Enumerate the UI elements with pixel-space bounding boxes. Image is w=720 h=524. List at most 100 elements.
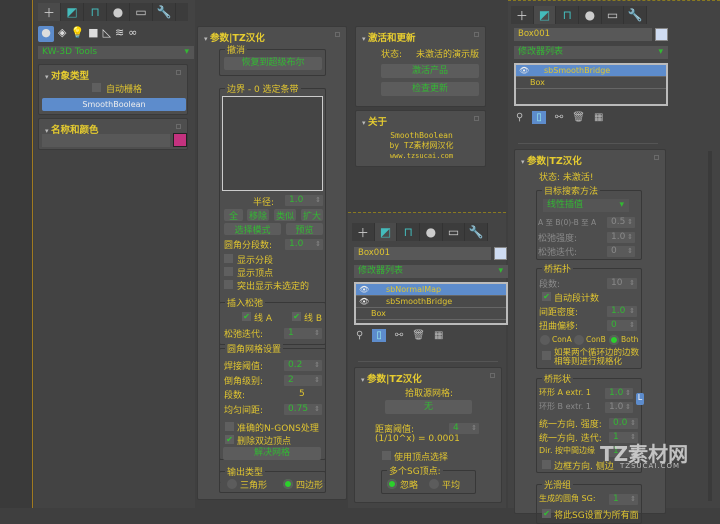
modify-tab-icon[interactable]: ◩: [533, 6, 557, 24]
show-verts-checkbox[interactable]: [224, 267, 233, 276]
use-vert-sel-checkbox[interactable]: [382, 451, 391, 460]
grow-button[interactable]: 扩大: [301, 209, 323, 222]
line-b-checkbox[interactable]: ✔: [292, 312, 301, 321]
search-method-dropdown[interactable]: 线性插值: [543, 199, 629, 212]
separator[interactable]: [358, 361, 498, 362]
average-radio[interactable]: [429, 479, 439, 489]
auto-segs-checkbox[interactable]: ✔: [542, 292, 551, 301]
rollout-title[interactable]: 参数|TZ汉化: [521, 153, 582, 167]
autogrid-checkbox[interactable]: [92, 83, 101, 92]
triangle-radio[interactable]: [227, 479, 237, 489]
border-dir-checkbox[interactable]: [542, 460, 551, 469]
pin-stack-icon[interactable]: ⚲: [356, 330, 363, 341]
bridge-segs-spinner[interactable]: 10: [607, 278, 637, 289]
rollout-title[interactable]: 对象类型: [45, 68, 89, 82]
make-unique-icon[interactable]: ⚯: [395, 330, 403, 341]
stack-item[interactable]: Box: [516, 77, 666, 89]
solve-mesh-button[interactable]: 解决网格: [223, 447, 321, 460]
pick-source-button[interactable]: 无: [385, 400, 472, 414]
ignore-radio[interactable]: [387, 479, 397, 489]
ab-spinner[interactable]: 0.5: [607, 217, 635, 228]
cameras-icon[interactable]: ■: [88, 26, 98, 42]
gen-sg-spinner[interactable]: 1: [609, 494, 638, 505]
set-sg-checkbox[interactable]: ✔: [542, 509, 551, 518]
modify-tab-icon[interactable]: ◩: [374, 223, 398, 241]
activate-button[interactable]: 激活产品: [381, 64, 479, 78]
show-end-result-icon[interactable]: ▯: [372, 329, 386, 342]
modifier-stack[interactable]: 👁 sbNormalMap 👁 sbSmoothBridge Box: [354, 282, 508, 325]
modifier-list-dropdown[interactable]: 修改器列表: [354, 265, 508, 278]
weld-spinner[interactable]: 0.2: [284, 360, 322, 371]
remove-modifier-icon[interactable]: 🗑: [412, 330, 425, 341]
stack-item[interactable]: Box: [356, 308, 506, 320]
object-name-input[interactable]: Box001: [354, 247, 491, 260]
modifier-stack[interactable]: 👁 sbSmoothBridge Box: [514, 63, 668, 106]
distance-spinner[interactable]: 4: [449, 423, 479, 434]
object-name-input[interactable]: Box001: [514, 28, 652, 41]
fillet-segs-spinner[interactable]: 1.0: [285, 239, 323, 250]
create-tab-icon[interactable]: ＋: [38, 3, 61, 21]
spacing-spinner[interactable]: 1.0: [607, 306, 637, 317]
category-dropdown[interactable]: KW-3D Tools: [38, 46, 194, 59]
eye-icon[interactable]: 👁: [359, 284, 369, 295]
show-end-result-icon[interactable]: ▯: [532, 111, 546, 124]
line-a-checkbox[interactable]: ✔: [242, 312, 251, 321]
modifier-list-dropdown[interactable]: 修改器列表: [514, 46, 668, 59]
motion-tab-icon[interactable]: ●: [107, 3, 130, 21]
unify-strength-spinner[interactable]: 0.0: [609, 418, 638, 429]
object-color-swatch[interactable]: [173, 133, 187, 147]
rollout-title[interactable]: 参数|TZ汉化: [204, 30, 265, 44]
display-tab-icon[interactable]: ▭: [443, 223, 466, 241]
ring-a-spinner[interactable]: 1.0: [605, 388, 633, 399]
pin-stack-icon[interactable]: ⚲: [516, 112, 523, 123]
border-list[interactable]: [222, 96, 323, 191]
lights-icon[interactable]: 💡: [70, 26, 84, 42]
rollout-title[interactable]: 激活和更新: [362, 30, 416, 44]
conb-radio[interactable]: [574, 335, 584, 345]
stack-item[interactable]: 👁 sbSmoothBridge: [516, 65, 666, 77]
chamfer-spinner[interactable]: 2: [284, 375, 322, 386]
separator[interactable]: [518, 143, 658, 144]
configure-sets-icon[interactable]: ▦: [594, 112, 603, 123]
preview-button[interactable]: 预览: [286, 223, 323, 236]
utilities-tab-icon[interactable]: 🔧: [624, 6, 648, 24]
both-radio[interactable]: [609, 335, 619, 345]
all-button[interactable]: 全: [224, 209, 243, 222]
hierarchy-tab-icon[interactable]: ⊓: [556, 6, 580, 24]
ngons-checkbox[interactable]: [225, 422, 234, 431]
create-tab-icon[interactable]: ＋: [352, 223, 375, 241]
shapes-icon[interactable]: ◈: [58, 26, 66, 42]
modify-tab-icon[interactable]: ◩: [61, 3, 84, 21]
systems-icon[interactable]: ∞: [128, 26, 137, 42]
eye-icon[interactable]: 👁: [359, 296, 369, 307]
motion-tab-icon[interactable]: ●: [579, 6, 602, 24]
utilities-tab-icon[interactable]: 🔧: [153, 3, 176, 21]
restore-button[interactable]: 恢复到超级布尔: [224, 57, 322, 70]
cona-radio[interactable]: [540, 335, 550, 345]
ring-b-spinner[interactable]: 1.0: [605, 402, 633, 413]
stack-item[interactable]: 👁 sbSmoothBridge: [356, 296, 506, 308]
motion-tab-icon[interactable]: ●: [420, 223, 443, 241]
select-mode-button[interactable]: 选择模式: [224, 223, 281, 236]
show-segs-checkbox[interactable]: [224, 254, 233, 263]
normalize-checkbox[interactable]: [542, 351, 551, 360]
radius-spinner[interactable]: 1.0: [285, 195, 323, 206]
remove-button[interactable]: 移除: [247, 209, 269, 222]
eye-icon[interactable]: 👁: [519, 65, 529, 76]
remove-verts-checkbox[interactable]: ✔: [225, 435, 234, 444]
object-color-swatch[interactable]: [494, 247, 507, 260]
create-tab-icon[interactable]: ＋: [511, 6, 534, 24]
twist-spinner[interactable]: 0: [607, 320, 637, 331]
display-tab-icon[interactable]: ▭: [602, 6, 625, 24]
relax-iter-spinner[interactable]: 0: [607, 246, 635, 257]
panel-scrollbar[interactable]: [708, 151, 712, 501]
lock-button[interactable]: L: [636, 393, 644, 405]
hierarchy-tab-icon[interactable]: ⊓: [397, 223, 421, 241]
object-color-swatch[interactable]: [655, 28, 668, 41]
stack-item[interactable]: 👁 sbNormalMap: [356, 284, 506, 296]
geometry-icon[interactable]: ●: [38, 26, 54, 42]
highlight-checkbox[interactable]: [224, 280, 233, 289]
similar-button[interactable]: 类似: [274, 209, 296, 222]
object-name-input[interactable]: [42, 134, 170, 147]
check-update-button[interactable]: 检查更新: [381, 82, 479, 96]
